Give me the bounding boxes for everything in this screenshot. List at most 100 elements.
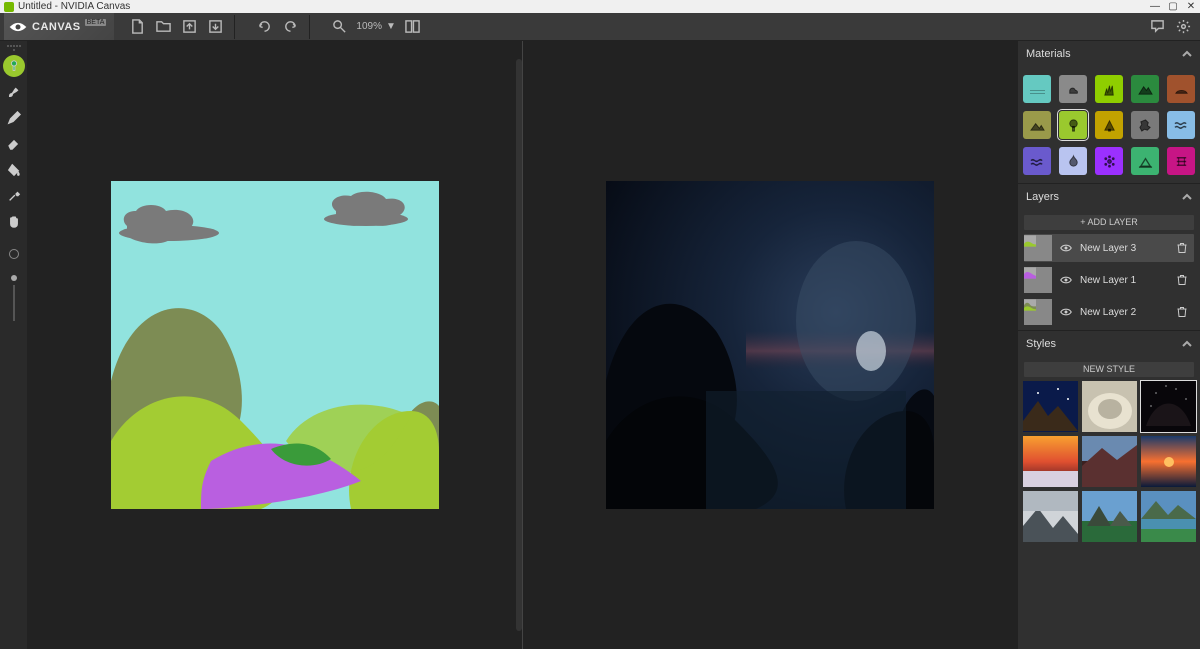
style-thumb-5[interactable] — [1141, 436, 1196, 487]
style-thumb-7[interactable] — [1082, 491, 1137, 542]
segmentation-canvas[interactable] — [111, 181, 439, 509]
layer-name: New Layer 3 — [1080, 243, 1168, 254]
material-sea[interactable] — [1023, 147, 1051, 175]
tool-strip — [0, 41, 28, 649]
file-buttons — [124, 15, 228, 39]
material-mountain[interactable] — [1131, 75, 1159, 103]
style-thumb-3[interactable] — [1023, 436, 1078, 487]
separator — [309, 15, 310, 39]
materials-header[interactable]: Materials — [1018, 41, 1200, 67]
layers-header[interactable]: Layers — [1018, 183, 1200, 209]
visibility-icon[interactable] — [1060, 306, 1072, 318]
styles-grid — [1018, 381, 1200, 548]
style-thumb-4[interactable] — [1082, 436, 1137, 487]
app-icon — [4, 2, 14, 12]
layer-thumbnail — [1024, 299, 1052, 325]
eyedropper-tool[interactable] — [3, 185, 25, 207]
brush-size-large-icon[interactable] — [9, 249, 19, 259]
material-water[interactable] — [1167, 111, 1195, 139]
style-thumb-8[interactable] — [1141, 491, 1196, 542]
window-titlebar: Untitled - NVIDIA Canvas — ▢ ✕ — [0, 0, 1200, 13]
material-hill[interactable] — [1023, 111, 1051, 139]
layer-name: New Layer 2 — [1080, 307, 1168, 318]
feedback-button[interactable] — [1144, 15, 1170, 39]
redo-button[interactable] — [277, 15, 303, 39]
zoom-controls: 109% ▼ — [326, 15, 425, 39]
beta-badge: BETA — [85, 19, 107, 26]
nvidia-eye-icon — [8, 19, 28, 35]
style-thumb-0[interactable] — [1023, 381, 1078, 432]
trash-icon[interactable] — [1176, 274, 1188, 286]
history-buttons — [251, 15, 303, 39]
save-button[interactable] — [176, 15, 202, 39]
styles-header[interactable]: Styles — [1018, 330, 1200, 356]
add-layer-button[interactable]: + ADD LAYER — [1024, 215, 1194, 230]
layer-thumbnail — [1024, 235, 1052, 261]
new-file-button[interactable] — [124, 15, 150, 39]
zoom-dropdown[interactable]: 109% ▼ — [352, 21, 399, 32]
materials-grid — [1018, 67, 1200, 183]
chevron-up-icon — [1182, 339, 1192, 349]
material-bush[interactable] — [1095, 111, 1123, 139]
close-button[interactable]: ✕ — [1182, 1, 1200, 12]
zoom-value: 109% — [356, 21, 382, 32]
current-material-tool[interactable] — [3, 55, 25, 77]
material-sand[interactable] — [1167, 147, 1195, 175]
style-thumb-2[interactable] — [1141, 381, 1196, 432]
eraser-tool[interactable] — [3, 133, 25, 155]
compare-toggle-button[interactable] — [400, 15, 426, 39]
material-rock[interactable] — [1131, 111, 1159, 139]
material-flower[interactable] — [1095, 147, 1123, 175]
layer-thumbnail — [1024, 267, 1052, 293]
brand-logo: CANVAS BETA — [4, 13, 114, 40]
style-thumb-6[interactable] — [1023, 491, 1078, 542]
fill-tool[interactable] — [3, 159, 25, 181]
app-toolbar: CANVAS BETA 109% ▼ — [0, 13, 1200, 41]
styles-title: Styles — [1026, 338, 1056, 350]
window-title: Untitled - NVIDIA Canvas — [18, 1, 1146, 12]
style-thumb-1[interactable] — [1082, 381, 1137, 432]
material-grass[interactable] — [1095, 75, 1123, 103]
trash-icon[interactable] — [1176, 242, 1188, 254]
visibility-icon[interactable] — [1060, 242, 1072, 254]
visibility-icon[interactable] — [1060, 274, 1072, 286]
brush-size-slider[interactable] — [13, 285, 15, 321]
undo-button[interactable] — [251, 15, 277, 39]
zoom-icon[interactable] — [326, 15, 352, 39]
layer-row[interactable]: New Layer 3 — [1024, 234, 1194, 262]
brand-name: CANVAS — [32, 21, 81, 33]
main-area: Materials Layers + ADD LAYER — [0, 41, 1200, 649]
brush-size-small-icon[interactable] — [11, 275, 17, 281]
layer-row[interactable]: New Layer 1 — [1024, 266, 1194, 294]
chevron-up-icon — [1182, 49, 1192, 59]
settings-button[interactable] — [1170, 15, 1196, 39]
chevron-down-icon: ▼ — [386, 21, 396, 32]
separator — [234, 15, 235, 39]
new-style-button[interactable]: NEW STYLE — [1024, 362, 1194, 377]
export-button[interactable] — [202, 15, 228, 39]
render-canvas[interactable] — [606, 181, 934, 509]
render-canvas-panel[interactable] — [523, 41, 1017, 649]
material-tree[interactable] — [1059, 111, 1087, 139]
right-panel: Materials Layers + ADD LAYER — [1017, 41, 1200, 649]
material-cloud[interactable] — [1059, 75, 1087, 103]
material-sky[interactable] — [1023, 75, 1051, 103]
pencil-tool[interactable] — [3, 107, 25, 129]
maximize-button[interactable]: ▢ — [1164, 1, 1182, 12]
brush-tool[interactable] — [3, 81, 25, 103]
open-file-button[interactable] — [150, 15, 176, 39]
layer-name: New Layer 1 — [1080, 275, 1168, 286]
material-fog[interactable] — [1059, 147, 1087, 175]
segmentation-canvas-panel[interactable] — [28, 41, 523, 649]
layer-row[interactable]: New Layer 2 — [1024, 298, 1194, 326]
material-dirt[interactable] — [1167, 75, 1195, 103]
minimize-button[interactable]: — — [1146, 1, 1164, 12]
chevron-up-icon — [1182, 192, 1192, 202]
materials-title: Materials — [1026, 48, 1071, 60]
trash-icon[interactable] — [1176, 306, 1188, 318]
hand-tool[interactable] — [3, 211, 25, 233]
material-river[interactable] — [1131, 147, 1159, 175]
canvas-area — [28, 41, 1017, 649]
layers-title: Layers — [1026, 191, 1059, 203]
scrollbar[interactable] — [516, 59, 522, 631]
